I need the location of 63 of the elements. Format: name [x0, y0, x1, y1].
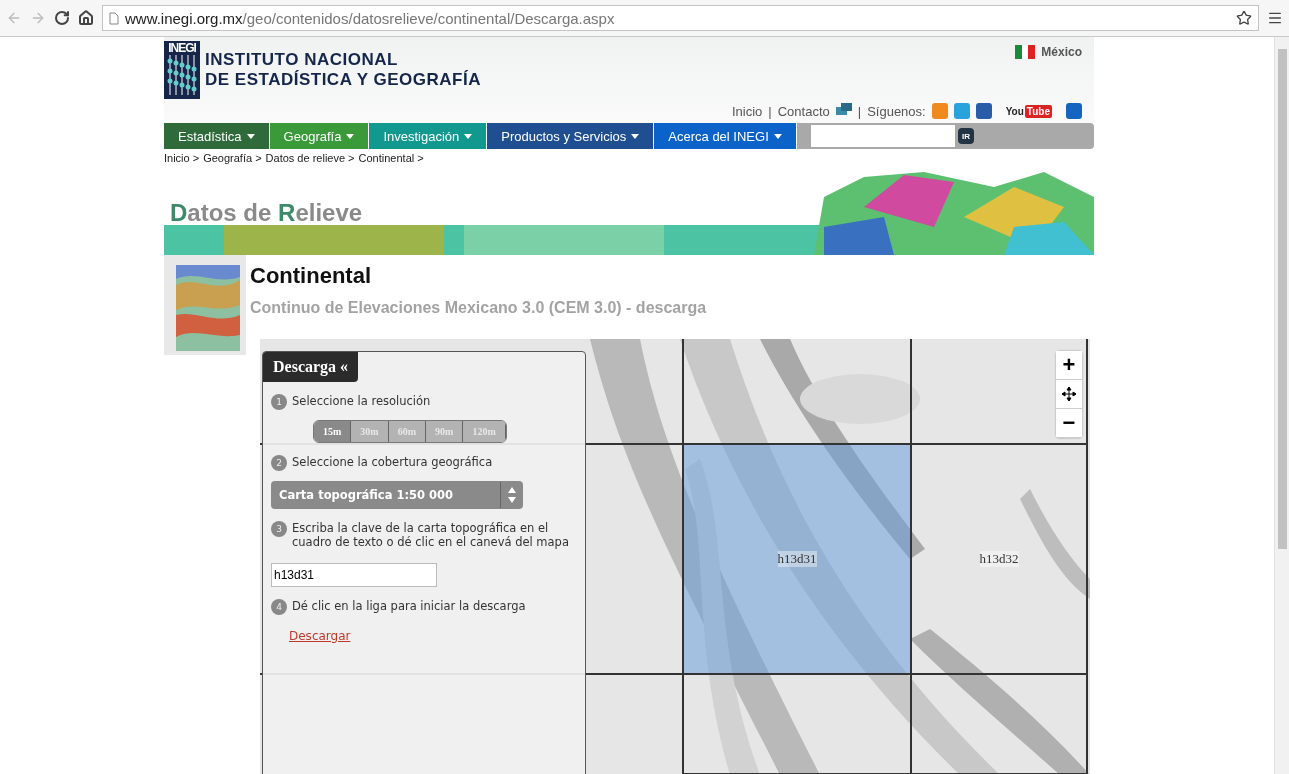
menu-icon[interactable]: [1267, 10, 1283, 26]
search-button[interactable]: IR: [958, 128, 974, 144]
home-icon[interactable]: [78, 10, 94, 26]
step-text: Escriba la clave de la carta topográfica en el cuadro de texto o dé clic en el canevá del mapa: [292, 521, 570, 549]
caret-icon: [246, 133, 255, 139]
pan-icon[interactable]: [1056, 380, 1082, 409]
breadcrumb-link[interactable]: Datos de relieve >: [265, 152, 355, 164]
caret-icon: [464, 133, 473, 139]
map-tile[interactable]: h13d32: [912, 445, 1088, 675]
abacus-icon: [167, 55, 197, 95]
key-input-field[interactable]: h13d31: [271, 563, 437, 587]
address-bar[interactable]: www.inegi.org.mx/geo/contenidos/datosrelieve/continental/Descarga.aspx: [102, 5, 1259, 31]
section-title: Datos de Relieve: [170, 199, 363, 227]
nav-menu[interactable]: Estadística: [164, 123, 270, 149]
nav-menu[interactable]: Acerca del INEGI: [654, 123, 797, 149]
tile-label: h13d31: [777, 551, 817, 567]
twitter-icon[interactable]: [953, 103, 970, 119]
map-tile[interactable]: [682, 675, 912, 774]
download-link[interactable]: Descargar: [289, 629, 351, 643]
star-icon[interactable]: [1236, 10, 1252, 26]
step-number: 1: [271, 394, 287, 410]
breadcrumb-link[interactable]: Inicio >: [164, 152, 200, 164]
flag-icon: [1015, 45, 1036, 59]
panel-title[interactable]: Descarga «: [263, 352, 359, 382]
url-path: /geo/contenidos/datosrelieve/continental/Descarga.aspx: [242, 9, 615, 27]
step-number: 2: [271, 455, 287, 471]
page-icon: [109, 11, 119, 25]
facebook-icon[interactable]: [975, 103, 992, 119]
header-link[interactable]: Contacto: [777, 103, 830, 119]
breadcrumb-link[interactable]: Geografía >: [203, 152, 262, 164]
step-text: Seleccione la resolución: [292, 394, 431, 408]
nav-menu[interactable]: Geografía: [269, 123, 370, 149]
caret-icon: [773, 133, 782, 139]
breadcrumb-link[interactable]: Continental >: [358, 152, 424, 164]
page-subtitle: Continuo de Elevaciones Mexicano 3.0 (CEM 3.0) - descarga: [250, 299, 708, 317]
zoom-in-button[interactable]: +: [1056, 351, 1082, 380]
search-field[interactable]: [811, 125, 955, 147]
country-link[interactable]: México: [1041, 45, 1082, 59]
page-title: Continental: [250, 263, 372, 289]
map-tile[interactable]: h13d31: [682, 445, 912, 675]
step-number: 4: [271, 599, 287, 615]
nav-menu[interactable]: Investigación: [369, 123, 488, 149]
step-number: 3: [271, 521, 287, 537]
scrollbar[interactable]: [1274, 37, 1289, 774]
zoom-out-button[interactable]: −: [1056, 409, 1082, 438]
map-tile[interactable]: [682, 339, 912, 445]
caret-icon: [346, 133, 355, 139]
step-text: Seleccione la cobertura geográfica: [292, 455, 493, 469]
header-link[interactable]: Inicio: [731, 103, 763, 119]
logo-text: INEGI: [168, 41, 196, 55]
tile-label: h13d32: [979, 551, 1019, 567]
map-tile[interactable]: [912, 675, 1088, 774]
reload-icon[interactable]: [54, 10, 70, 26]
logo-title: INSTITUTO NACIONAL: [205, 50, 399, 70]
follow-label: Síguenos:: [867, 103, 926, 119]
separator: |: [857, 103, 862, 119]
step-text: Dé clic en la liga para iniciar la descarga: [292, 599, 526, 613]
nav-menu[interactable]: Productos y Servicios: [487, 123, 655, 149]
separator: |: [768, 103, 772, 119]
scrollbar-thumb[interactable]: [1277, 49, 1287, 549]
logo-title: DE ESTADÍSTICA Y GEOGRAFÍA: [205, 70, 481, 90]
caret-icon: [631, 133, 640, 139]
url-host: www.inegi.org.mx: [125, 9, 243, 27]
